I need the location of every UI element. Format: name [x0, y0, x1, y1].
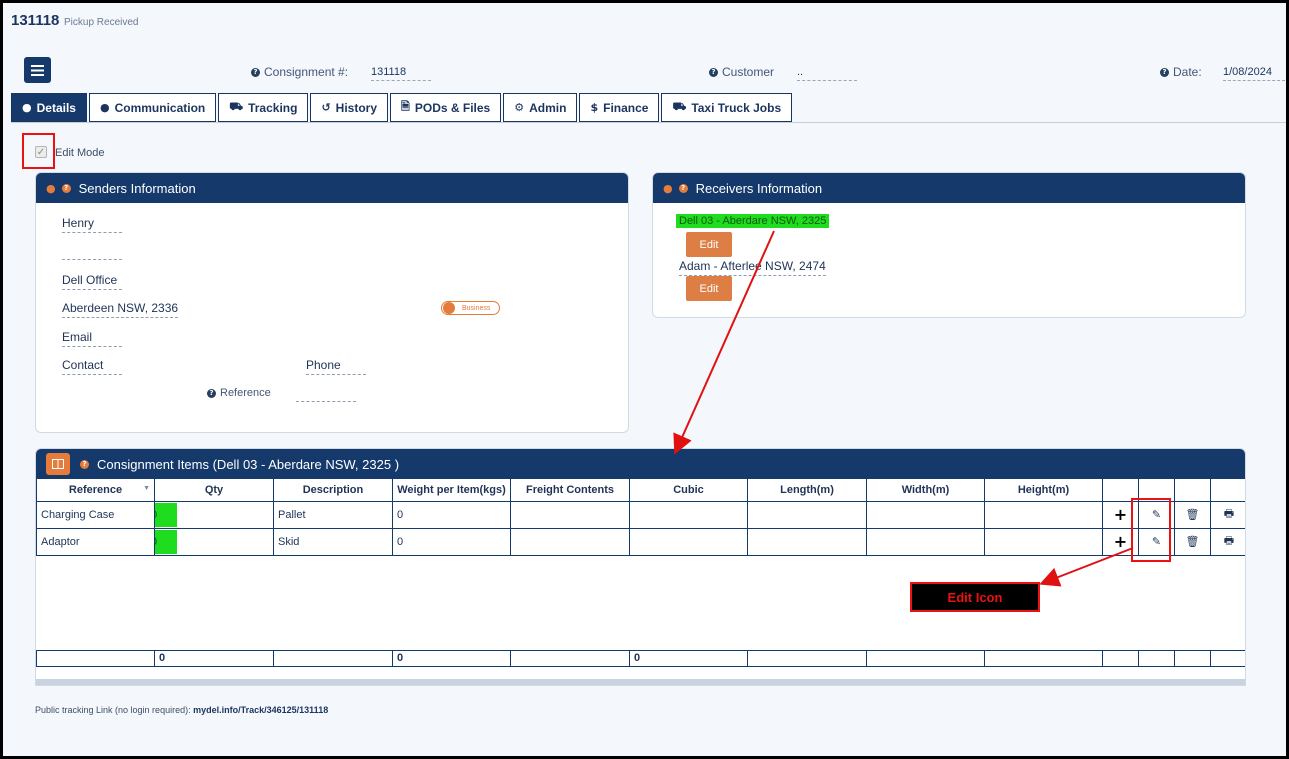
public-tracking-link: Public tracking Link (no login required)…	[35, 705, 328, 715]
tracking-link[interactable]: mydel.info/Track/346125/131118	[193, 705, 328, 715]
annotation-arrows	[673, 230, 1134, 587]
app-frame: 131118 Pickup Received ? Consignment #: …	[0, 0, 1289, 759]
tracking-link-label: Public tracking Link (no login required)…	[35, 705, 191, 715]
arrow-receiver-to-items	[673, 230, 775, 455]
arrow-edit-to-callout	[1039, 547, 1134, 587]
